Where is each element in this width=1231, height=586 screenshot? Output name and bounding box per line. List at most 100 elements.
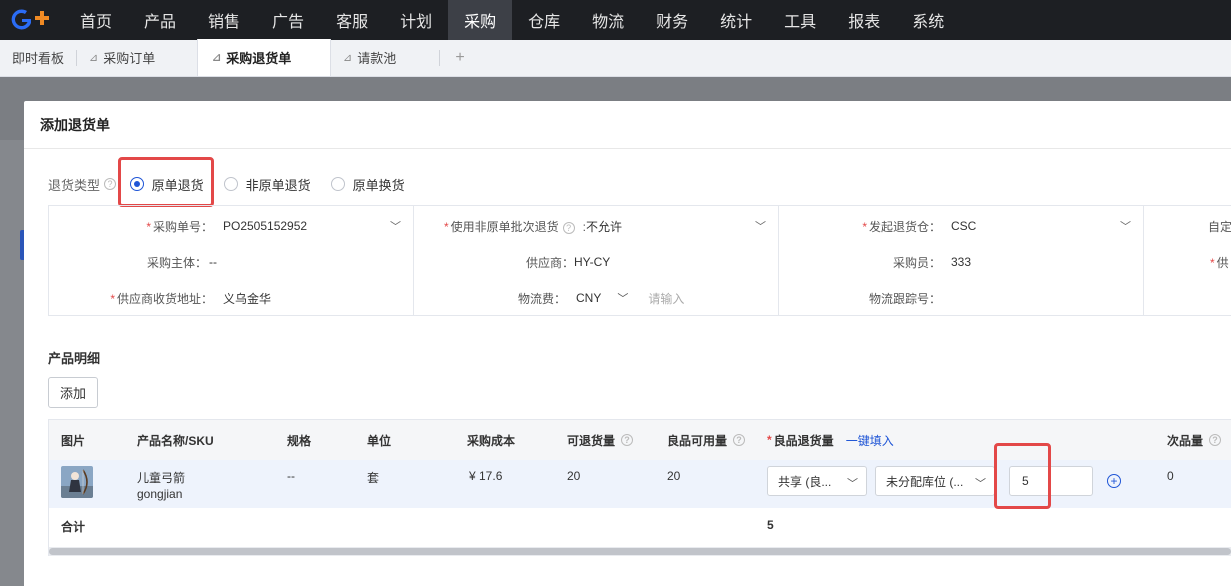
- radio-dot: [330, 177, 345, 191]
- radio-label: 原单换货: [352, 177, 405, 193]
- table-footer: 合计 5: [49, 508, 1231, 545]
- custom-field: 自定: [1144, 216, 1231, 236]
- field-label: * 供应商收货地址：: [110, 291, 213, 306]
- supplier-address-value: 义乌金华: [223, 291, 272, 306]
- warehouse-value: CSC: [951, 219, 977, 233]
- fill-all-link[interactable]: 一键填入: [846, 432, 894, 449]
- column-header-spec: 规格: [287, 433, 312, 448]
- tab-label: 即时看板: [12, 51, 65, 66]
- logo-icon[interactable]: [0, 0, 64, 40]
- tab-purchase-return[interactable]: ⊿ 采购退货单: [197, 39, 331, 76]
- add-tab-icon[interactable]: +: [440, 39, 480, 76]
- return-type-label: 退货类型: [48, 177, 101, 193]
- nav-item[interactable]: 物流: [576, 0, 640, 40]
- pin-icon: ⊿: [343, 52, 353, 64]
- good-available-qty: 20: [667, 469, 681, 483]
- chevron-down-icon[interactable]: ﹀: [617, 290, 628, 306]
- po-number-value: PO2505152952: [223, 219, 308, 233]
- field-label: 供应商：: [525, 255, 574, 270]
- radio-dot: [223, 177, 238, 191]
- location-select[interactable]: 未分配库位 (... ﹀: [875, 466, 995, 496]
- field-label: 自定: [1208, 219, 1231, 234]
- nav-item[interactable]: 采购: [448, 0, 513, 40]
- header-label: 良品退货量: [773, 433, 834, 448]
- nav-item[interactable]: 报表: [832, 0, 896, 40]
- field-label: * 采购单号：: [146, 219, 213, 234]
- add-product-button[interactable]: 添加: [48, 377, 98, 408]
- form-column-3: * 发起退货仓： CSC ﹀ 采购员： 333 物流跟踪号：: [779, 206, 1144, 315]
- tab-dashboard[interactable]: 即时看板: [0, 39, 76, 76]
- nav-item[interactable]: 仓库: [512, 0, 576, 40]
- top-nav: 首页 产品 销售 广告 客服 计划 采购 仓库 物流 财务 统计 工具 报表 系统: [0, 0, 1231, 40]
- help-icon[interactable]: ?: [1209, 434, 1222, 446]
- nav-item[interactable]: 工具: [768, 0, 832, 40]
- field-label: 采购员：: [892, 255, 941, 270]
- add-row-icon[interactable]: +: [1107, 474, 1121, 488]
- chevron-down-icon: ﹀: [755, 221, 766, 233]
- batch-return-field[interactable]: * 使用非原单批次退货?: 不允许 ﹀: [414, 216, 778, 236]
- tab-purchase-order[interactable]: ⊿ 采购订单: [77, 39, 197, 76]
- column-header-image: 图片: [61, 433, 86, 448]
- help-icon[interactable]: ?: [621, 434, 634, 446]
- help-icon[interactable]: ?: [104, 178, 117, 190]
- freight-input[interactable]: 请输入: [648, 290, 684, 307]
- nav-item[interactable]: 广告: [256, 0, 320, 40]
- supplier-field: 供应商： HY-CY: [414, 252, 778, 272]
- freight-currency-select[interactable]: CNY: [576, 291, 601, 305]
- buyer-value: 333: [951, 255, 972, 269]
- tab-label: 采购退货单: [226, 51, 292, 66]
- supplier-address-field[interactable]: * 供应商收货地址： 义乌金华: [49, 288, 413, 308]
- select-value: 未分配库位 (...: [886, 474, 964, 489]
- scrollbar-thumb[interactable]: [49, 548, 1231, 555]
- product-cost: ¥ 17.6: [469, 469, 503, 483]
- help-icon: ?: [562, 221, 575, 234]
- column-header-defective: 次品量 ?: [1167, 420, 1222, 460]
- nav-item[interactable]: 首页: [64, 0, 128, 40]
- tab-payment-pool[interactable]: ⊿ 请款池: [331, 39, 439, 76]
- warehouse-field[interactable]: * 发起退货仓： CSC ﹀: [779, 216, 1143, 236]
- return-form: * 采购单号： PO2505152952 ﹀ 采购主体： -- * 供应商收货地址：…: [48, 205, 1231, 316]
- product-name: 儿童弓箭: [137, 471, 186, 485]
- nav-item[interactable]: 销售: [192, 0, 256, 40]
- tab-label: 请款池: [357, 51, 397, 66]
- share-select[interactable]: 共享 (良... ﹀: [767, 466, 867, 496]
- nav-item[interactable]: 统计: [704, 0, 768, 40]
- select-value: 共享 (良...: [778, 474, 832, 489]
- total-label: 合计: [61, 520, 86, 534]
- table-row: 儿童弓箭 gongjian -- 套 ¥ 17.6 20 20 共享 (良...…: [49, 460, 1231, 508]
- tracking-field: 物流跟踪号：: [779, 288, 1143, 308]
- supplier-value: HY-CY: [574, 255, 611, 269]
- header-label: 次品量: [1167, 433, 1204, 448]
- product-sku: gongjian: [137, 487, 183, 501]
- po-number-field[interactable]: * 采购单号： PO2505152952 ﹀: [49, 216, 413, 236]
- product-table: 图片 产品名称/SKU 规格 单位 采购成本 可退货量 ? 良品可用量 ? * …: [48, 419, 1231, 556]
- radio-non-original-return[interactable]: 非原单退货: [223, 175, 311, 194]
- chevron-down-icon: ﹀: [847, 478, 858, 490]
- tab-bar: 即时看板 ⊿ 采购订单 ⊿ 采购退货单 ⊿ 请款池 +: [0, 39, 1231, 77]
- table-header: 图片 产品名称/SKU 规格 单位 采购成本 可退货量 ? 良品可用量 ? * …: [49, 420, 1231, 460]
- tab-label: 采购订单: [103, 51, 156, 66]
- field-label: 采购主体：: [146, 255, 207, 270]
- buyer-field: 采购员： 333: [779, 252, 1143, 272]
- modal-title: 添加退货单: [24, 101, 1231, 149]
- page-backdrop-card: [0, 140, 24, 586]
- pin-icon: ⊿: [89, 52, 99, 64]
- total-return-qty: 5: [767, 518, 774, 532]
- radio-original-exchange[interactable]: 原单换货: [330, 175, 405, 194]
- nav-item[interactable]: 客服: [320, 0, 384, 40]
- help-icon[interactable]: ?: [733, 434, 746, 446]
- chevron-down-icon: ﹀: [975, 478, 986, 490]
- entity-value: --: [209, 255, 217, 269]
- entity-field: 采购主体： --: [49, 252, 413, 272]
- radio-label: 非原单退货: [245, 177, 311, 193]
- product-unit: 套: [367, 471, 380, 485]
- nav-item[interactable]: 产品: [128, 0, 192, 40]
- form-column-1: * 采购单号： PO2505152952 ﹀ 采购主体： -- * 供应商收货地址：…: [49, 206, 414, 315]
- field-label: * 供: [1210, 255, 1229, 270]
- nav-item[interactable]: 系统: [896, 0, 960, 40]
- horizontal-scrollbar[interactable]: [49, 547, 1231, 556]
- field-label: * 发起退货仓：: [862, 219, 941, 234]
- nav-item[interactable]: 财务: [640, 0, 704, 40]
- nav-item[interactable]: 计划: [384, 0, 448, 40]
- header-label: 可退货量: [567, 433, 616, 448]
